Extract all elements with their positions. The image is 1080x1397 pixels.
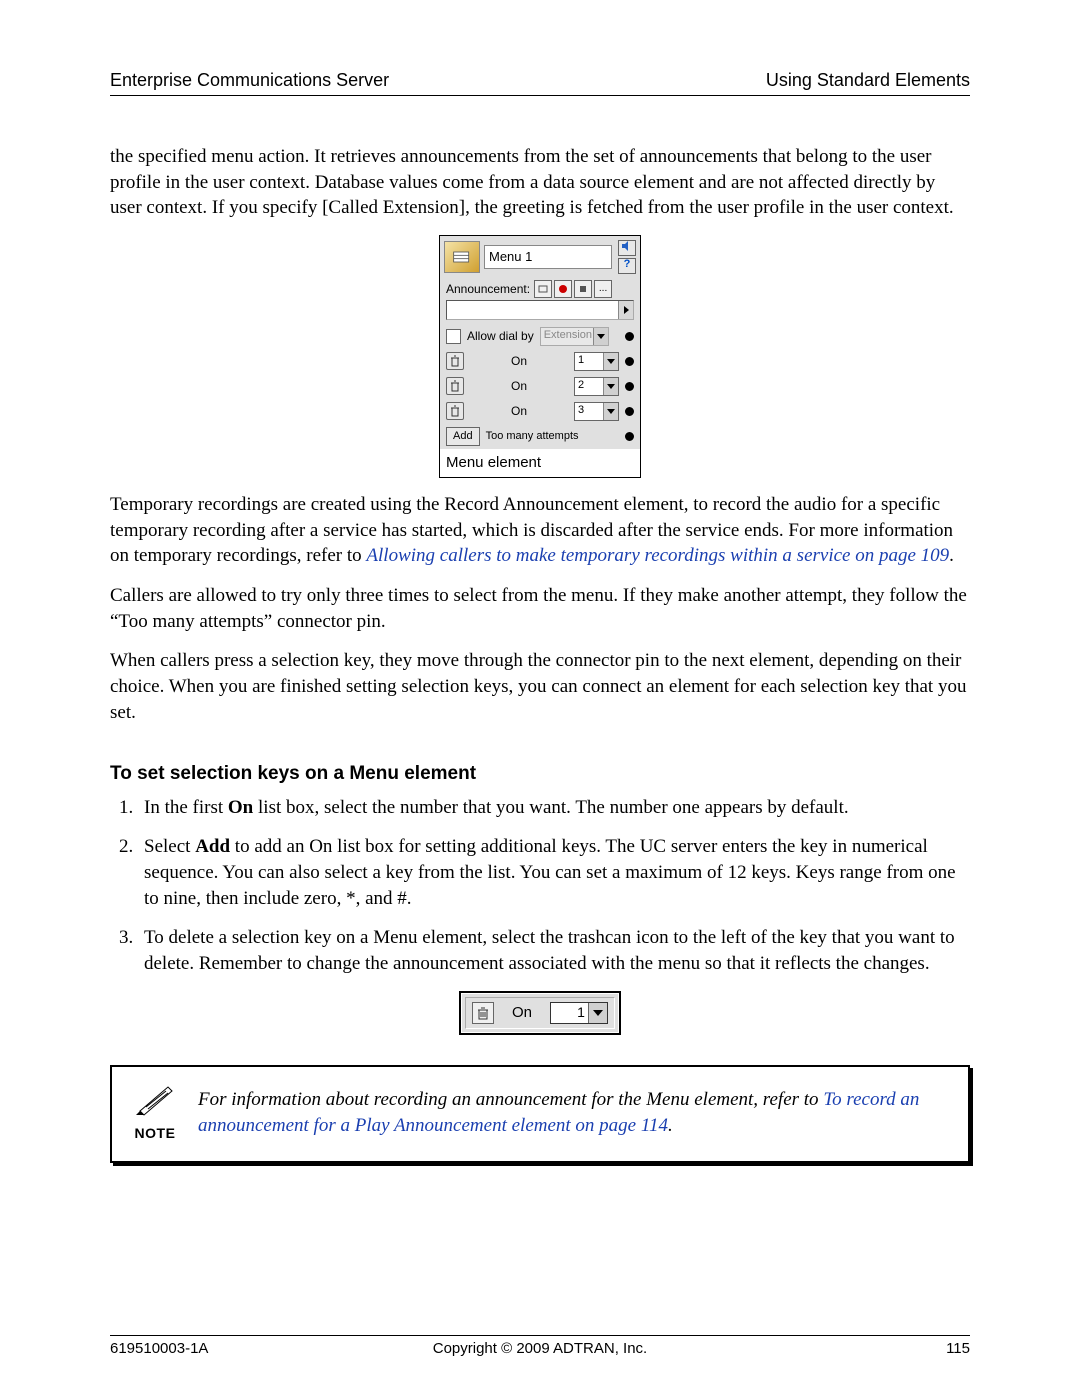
extension-select[interactable]: Extension xyxy=(540,327,609,346)
steps-list: In the first On list box, select the num… xyxy=(110,795,970,977)
figure-caption: Menu element xyxy=(440,449,640,477)
on-row-figure: On 1 xyxy=(459,991,621,1035)
step-3: To delete a selection key on a Menu elem… xyxy=(138,925,970,976)
header-right: Using Standard Elements xyxy=(766,70,970,91)
more-icon[interactable]: ... xyxy=(594,280,612,298)
footer-copyright: Copyright © 2009 ADTRAN, Inc. xyxy=(110,1340,970,1357)
menu-titlebar: Menu 1 ? xyxy=(440,236,640,276)
allow-dial-row: Allow dial by Extension xyxy=(440,324,640,349)
temp-recordings-link[interactable]: Allowing callers to make temporary recor… xyxy=(366,545,949,566)
on-label: On xyxy=(470,353,568,369)
title-right-buttons: ? xyxy=(618,240,636,274)
on-row-3: On 3 xyxy=(440,399,640,424)
allow-dial-checkbox[interactable] xyxy=(446,329,461,344)
record-icon[interactable] xyxy=(554,280,572,298)
chevron-down-icon xyxy=(603,378,618,395)
step-2: Select Add to add an On list box for set… xyxy=(138,834,970,911)
trash-icon[interactable] xyxy=(446,377,464,395)
on-label: On xyxy=(470,403,568,419)
selection-paragraph: When callers press a selection key, they… xyxy=(110,648,970,725)
page-header: Enterprise Communications Server Using S… xyxy=(110,70,970,96)
on-select[interactable]: 1 xyxy=(550,1002,608,1024)
section-heading: To set selection keys on a Menu element xyxy=(110,761,970,787)
add-button[interactable]: Add xyxy=(446,427,480,446)
note-text: For information about recording an annou… xyxy=(198,1087,950,1138)
trash-icon[interactable] xyxy=(446,402,464,420)
chevron-down-icon xyxy=(593,328,608,345)
note-word: NOTE xyxy=(134,1124,176,1143)
connector-pin[interactable] xyxy=(625,357,634,366)
chevron-down-icon xyxy=(603,353,618,370)
note-icon: NOTE xyxy=(134,1083,176,1144)
allow-dial-label: Allow dial by xyxy=(467,328,534,344)
on-row-2: On 2 xyxy=(440,374,640,399)
trash-icon[interactable] xyxy=(472,1002,494,1024)
note-box: NOTE For information about recording an … xyxy=(110,1065,970,1164)
on-select-3[interactable]: 3 xyxy=(574,402,619,421)
announcement-label: Announcement: xyxy=(446,281,530,297)
menu-icon xyxy=(444,241,480,273)
on-select-1[interactable]: 1 xyxy=(574,352,619,371)
step-1: In the first On list box, select the num… xyxy=(138,795,970,821)
audio-icon[interactable] xyxy=(618,240,636,256)
temp-recordings-paragraph: Temporary recordings are created using t… xyxy=(110,492,970,569)
on-row-1: On 1 xyxy=(440,349,640,374)
stop-icon[interactable] xyxy=(574,280,592,298)
menu-element-figure-wrap: Menu 1 ? Announcement: xyxy=(110,235,970,478)
trash-icon[interactable] xyxy=(446,352,464,370)
announcement-field[interactable] xyxy=(446,300,634,320)
connector-pin[interactable] xyxy=(625,432,634,441)
add-row: Add Too many attempts xyxy=(440,424,640,449)
on-label: On xyxy=(470,378,568,394)
connector-pin[interactable] xyxy=(625,407,634,416)
too-many-label: Too many attempts xyxy=(486,429,579,444)
menu-title-input[interactable]: Menu 1 xyxy=(484,245,612,269)
page-footer: 619510003-1A Copyright © 2009 ADTRAN, In… xyxy=(110,1335,970,1357)
play-icon[interactable] xyxy=(618,301,633,319)
page-body: the specified menu action. It retrieves … xyxy=(110,144,970,1163)
announcement-browse-icon[interactable] xyxy=(534,280,552,298)
chevron-down-icon xyxy=(603,403,618,420)
connector-pin[interactable] xyxy=(625,382,634,391)
announcement-section: Announcement: ... xyxy=(440,276,640,324)
chevron-down-icon xyxy=(588,1003,607,1023)
intro-paragraph: the specified menu action. It retrieves … xyxy=(110,144,970,221)
page: Enterprise Communications Server Using S… xyxy=(0,0,1080,1397)
header-left: Enterprise Communications Server xyxy=(110,70,389,91)
help-icon[interactable]: ? xyxy=(618,258,636,274)
on-select-2[interactable]: 2 xyxy=(574,377,619,396)
attempts-paragraph: Callers are allowed to try only three ti… xyxy=(110,583,970,634)
connector-pin[interactable] xyxy=(625,332,634,341)
menu-element-figure: Menu 1 ? Announcement: xyxy=(439,235,641,478)
on-row-figure-wrap: On 1 xyxy=(110,991,970,1035)
on-label: On xyxy=(512,1003,532,1023)
